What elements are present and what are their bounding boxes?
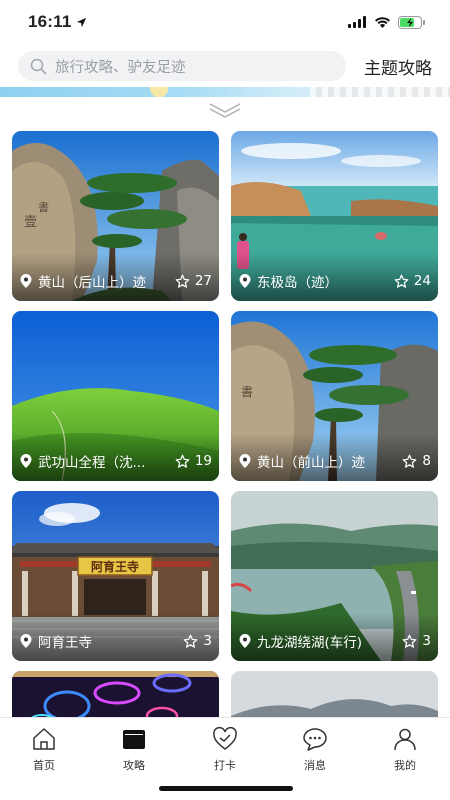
favorite-count[interactable]: 3 — [183, 633, 212, 649]
card-title: 黄山（前山上）迹 — [239, 451, 402, 471]
location-pin-icon — [239, 454, 251, 468]
favorite-count[interactable]: 27 — [175, 273, 212, 289]
favorite-count[interactable]: 24 — [394, 273, 431, 289]
tab-label: 消息 — [304, 759, 326, 772]
search-input[interactable]: 旅行攻略、驴友足迹 — [18, 51, 346, 81]
header: 旅行攻略、驴友足迹 主题攻略 — [0, 44, 450, 88]
status-icons — [348, 15, 426, 29]
chevron-down-icon[interactable] — [207, 100, 243, 118]
location-pin-icon — [239, 274, 251, 288]
star-icon — [184, 634, 198, 648]
star-icon — [175, 454, 190, 468]
favorite-count[interactable]: 19 — [175, 453, 212, 469]
search-placeholder: 旅行攻略、驴友足迹 — [55, 59, 186, 76]
card-footer: 阿育王寺 3 — [12, 621, 219, 661]
guide-card[interactable]: 武功山全程（沈... 19 — [12, 311, 219, 481]
location-arrow-icon — [76, 17, 86, 27]
user-icon — [394, 728, 416, 751]
card-footer: 东极岛（迹） 24 — [231, 261, 438, 301]
svg-text:書: 書 — [241, 385, 253, 399]
card-title: 九龙湖绕湖(车行) — [239, 631, 402, 651]
location-pin-icon — [20, 274, 32, 288]
search-icon — [30, 58, 47, 74]
heart-check-icon — [213, 726, 237, 750]
status-bar: 16:11 — [0, 0, 450, 44]
chat-bubble-icon — [303, 728, 327, 751]
guide-card[interactable]: 东极岛（迹） 24 — [231, 131, 438, 301]
tab-label: 打卡 — [214, 759, 236, 772]
favorite-count-text: 3 — [422, 633, 431, 649]
tab-label: 首页 — [33, 759, 55, 772]
card-footer: 武功山全程（沈... 19 — [12, 441, 219, 481]
theme-guide-link[interactable]: 主题攻略 — [364, 54, 432, 79]
temple-sign-text: 阿育王寺 — [91, 559, 139, 574]
tab-messages[interactable]: 消息 — [280, 726, 350, 773]
svg-text:壹: 壹 — [24, 214, 37, 229]
favorite-count-text: 8 — [422, 453, 431, 469]
card-footer: 黄山（后山上）迹 27 — [12, 261, 219, 301]
home-indicator — [159, 786, 293, 791]
favorite-count-text: 3 — [203, 633, 212, 649]
card-footer: 黄山（前山上）迹 8 — [231, 441, 438, 481]
location-pin-icon — [239, 634, 251, 648]
status-time-text: 16:11 — [28, 12, 72, 31]
card-title-text: 武功山全程（沈... — [38, 455, 146, 471]
tab-label: 我的 — [394, 759, 416, 772]
card-title-text: 阿育王寺 — [38, 635, 92, 651]
tab-label: 攻略 — [123, 759, 145, 772]
favorite-count-text: 24 — [413, 273, 431, 289]
favorite-count[interactable]: 8 — [402, 453, 431, 469]
svg-text:書: 書 — [38, 200, 49, 214]
map-preview-strip[interactable] — [0, 87, 450, 97]
guide-card[interactable]: 書 黄山（前山上）迹 8 — [231, 311, 438, 481]
location-pin-icon — [20, 454, 32, 468]
card-title: 武功山全程（沈... — [20, 451, 175, 471]
card-title-text: 黄山（前山上）迹 — [257, 455, 365, 471]
tab-guides[interactable]: 攻略 — [99, 726, 169, 773]
card-title: 东极岛（迹） — [239, 271, 394, 291]
star-icon — [394, 274, 409, 288]
signal-icon — [348, 16, 366, 28]
tab-checkin[interactable]: 打卡 — [190, 726, 260, 773]
favorite-count-text: 27 — [194, 273, 212, 289]
home-icon — [33, 728, 55, 750]
favorite-count[interactable]: 3 — [402, 633, 431, 649]
star-icon — [175, 274, 190, 288]
card-title: 黄山（后山上）迹 — [20, 271, 175, 291]
guide-card[interactable]: 阿育王寺 阿育王寺 3 — [12, 491, 219, 661]
guide-card[interactable]: 壹 書 黄山（后山上）迹 27 — [12, 131, 219, 301]
card-title-text: 九龙湖绕湖(车行) — [257, 635, 363, 651]
guide-book-icon — [123, 730, 145, 749]
battery-charging-icon — [398, 15, 425, 29]
card-title-text: 黄山（后山上）迹 — [38, 275, 146, 291]
guide-card[interactable]: 九龙湖绕湖(车行) 3 — [231, 491, 438, 661]
tab-home[interactable]: 首页 — [9, 726, 79, 773]
favorite-count-text: 19 — [194, 453, 212, 469]
location-pin-icon — [20, 634, 32, 648]
card-title-text: 东极岛（迹） — [257, 275, 338, 291]
tab-profile[interactable]: 我的 — [370, 726, 440, 773]
wifi-icon — [375, 17, 390, 28]
star-icon — [403, 454, 417, 468]
card-footer: 九龙湖绕湖(车行) 3 — [231, 621, 438, 661]
star-icon — [403, 634, 417, 648]
card-title: 阿育王寺 — [20, 631, 183, 651]
status-time: 16:11 — [28, 12, 87, 32]
